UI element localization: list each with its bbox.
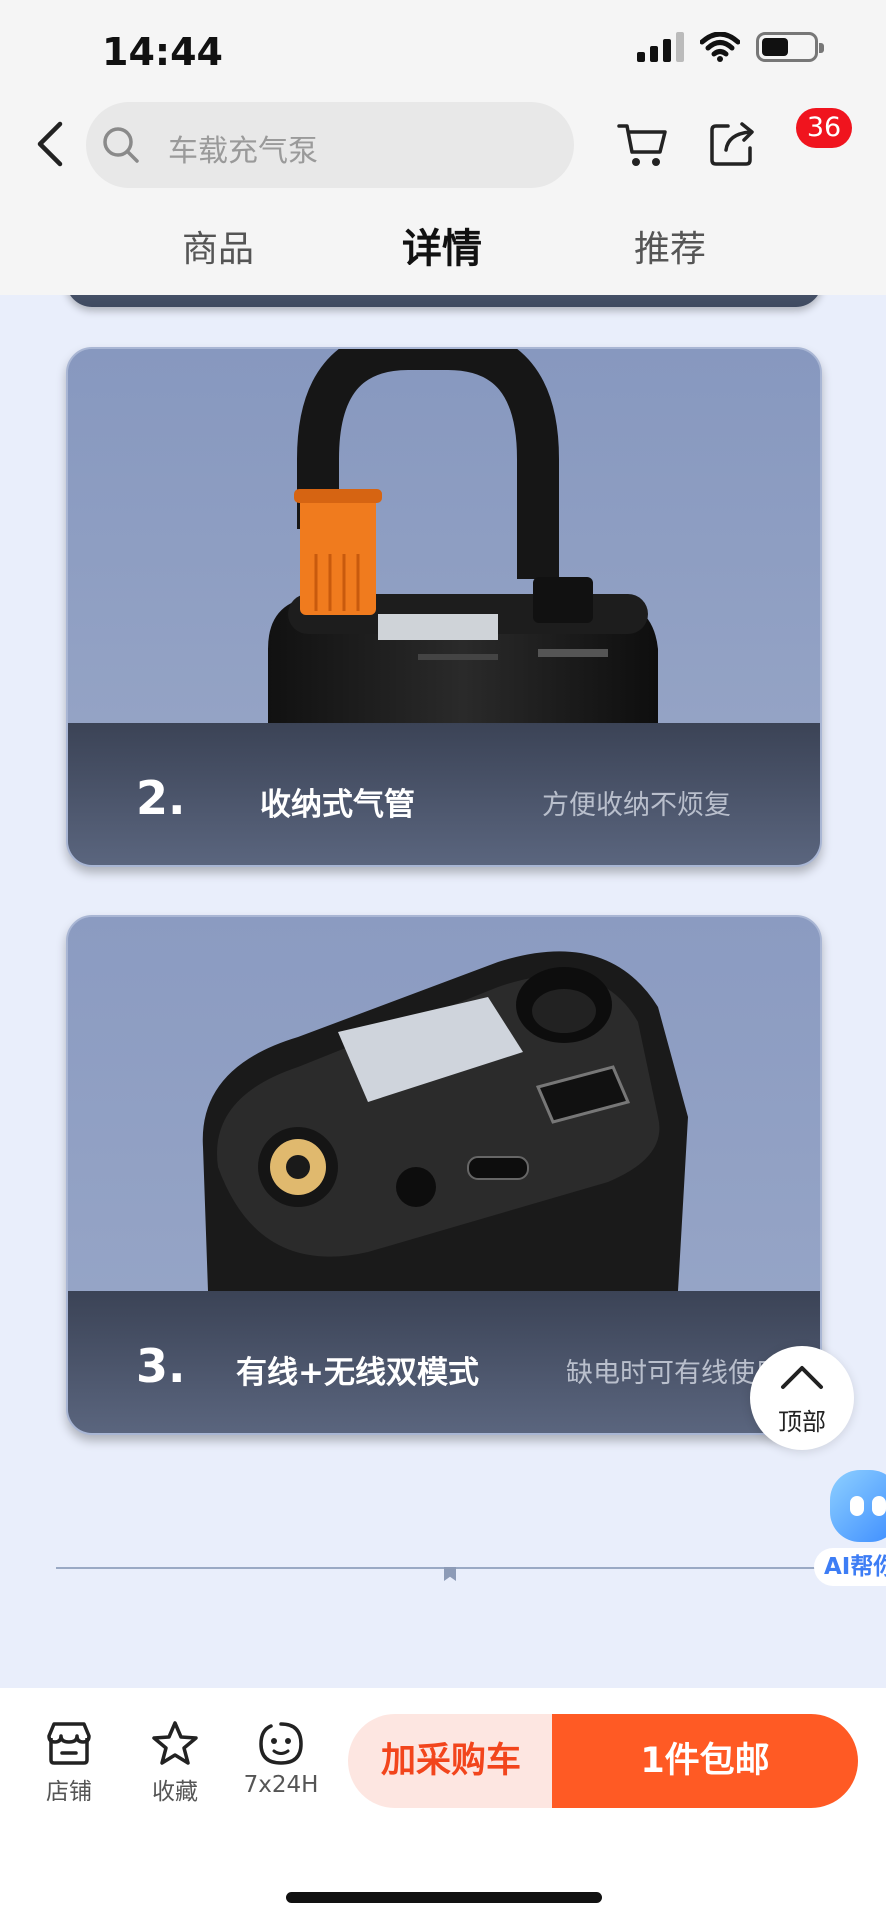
shop-button[interactable]: 店铺 [24,1720,114,1806]
message-badge[interactable]: 36 [796,108,852,148]
ai-helper-label: AI帮你 [814,1548,886,1586]
nav-row: 车载充气泵 36 [0,100,886,190]
bottom-action-bar: 店铺 收藏 7x24H 加采购车 1件包邮 [0,1688,886,1920]
shop-icon [47,1722,91,1765]
star-icon [152,1721,198,1765]
favorite-button[interactable]: 收藏 [130,1720,220,1806]
feature-caption: 3. 有线+无线双模式 缺电时可有线使用 [68,1291,820,1433]
product-detail-page: 14:44 车载充气泵 36 商品 详情 推荐 2. 收纳式气管 方便收纳不烦复… [0,0,886,1920]
favorite-label: 收藏 [152,1779,198,1805]
back-icon[interactable] [30,120,70,168]
search-icon [103,127,139,163]
tab-details[interactable]: 详情 [402,216,482,274]
status-time: 14:44 [102,30,223,74]
back-to-top-label: 顶部 [778,1408,826,1436]
feature-card: 3. 有线+无线双模式 缺电时可有线使用 [66,915,822,1435]
search-placeholder: 车载充气泵 [168,134,318,169]
cart-icon[interactable] [616,120,670,170]
feature-subtitle: 方便收纳不烦复 [542,790,731,821]
feature-title: 有线+无线双模式 [236,1355,479,1391]
buy-now-button[interactable]: 1件包邮 [552,1714,858,1808]
ai-assistant-icon [830,1470,886,1542]
shop-label: 店铺 [46,1779,92,1805]
chevron-up-icon [781,1366,823,1389]
feature-number: 2. [136,771,186,825]
search-box[interactable]: 车载充气泵 [86,102,574,188]
service-label: 7x24H [243,1772,319,1798]
pump-hose-image [68,349,820,723]
cellular-signal-icon [637,32,684,62]
wifi-icon [700,32,740,62]
ai-helper-button[interactable]: AI帮你 [812,1470,886,1590]
feature-caption: 2. 收纳式气管 方便收纳不烦复 [68,723,820,865]
add-to-purchase-cart-button[interactable]: 加采购车 [348,1714,554,1808]
tab-product[interactable]: 商品 [182,220,254,272]
pump-top-panel-image [68,917,820,1291]
section-divider [56,1567,822,1569]
top-bar: 14:44 车载充气泵 36 商品 详情 推荐 [0,0,886,295]
battery-icon [756,32,824,62]
section-tabs: 商品 详情 推荐 [0,220,886,280]
share-icon[interactable] [706,118,758,170]
back-to-top-button[interactable]: 顶部 [750,1346,854,1450]
divider-marker [444,1567,456,1581]
customer-service-button[interactable]: 7x24H [236,1720,326,1798]
tab-recommend[interactable]: 推荐 [634,220,706,272]
feature-title: 收纳式气管 [260,787,415,823]
feature-subtitle: 缺电时可有线使用 [566,1358,782,1389]
feature-number: 3. [136,1339,186,1393]
service-face-icon [259,1722,303,1765]
home-indicator [286,1892,602,1903]
detail-content: 2. 收纳式气管 方便收纳不烦复 3. 有线+无线双模式 缺电时可有线使用 [0,255,886,1685]
status-icons [637,32,824,62]
feature-card: 2. 收纳式气管 方便收纳不烦复 [66,347,822,867]
